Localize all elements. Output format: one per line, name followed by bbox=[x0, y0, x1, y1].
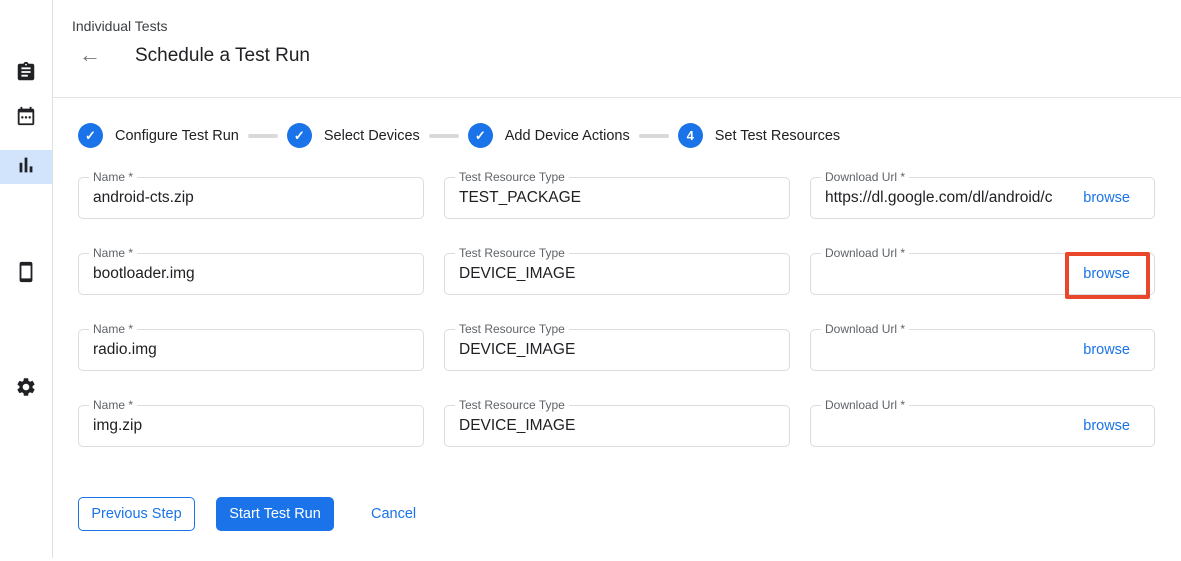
test-resources-form: Name * android-cts.zip Test Resource Typ… bbox=[78, 177, 1155, 447]
bar-chart-icon bbox=[15, 154, 37, 181]
field-label: Name * bbox=[89, 170, 137, 184]
step-configure-test-run[interactable]: ✓ Configure Test Run bbox=[78, 123, 239, 148]
step-label: Select Devices bbox=[324, 128, 420, 144]
field-label: Download Url * bbox=[821, 398, 909, 412]
download-url-field[interactable]: Download Url * browse bbox=[810, 329, 1155, 371]
field-label: Download Url * bbox=[821, 322, 909, 336]
browse-link[interactable]: browse bbox=[1083, 418, 1154, 434]
download-url-field[interactable]: Download Url * browse bbox=[810, 405, 1155, 447]
test-resource-type-field[interactable]: Test Resource Type TEST_PACKAGE bbox=[444, 177, 790, 219]
field-label: Name * bbox=[89, 398, 137, 412]
name-field[interactable]: Name * radio.img bbox=[78, 329, 424, 371]
sidebar-item-bar-chart[interactable] bbox=[0, 150, 52, 184]
type-value: DEVICE_IMAGE bbox=[445, 341, 789, 359]
breadcrumb: Individual Tests bbox=[72, 18, 167, 34]
type-value: TEST_PACKAGE bbox=[445, 189, 789, 207]
clipboard-icon bbox=[15, 61, 37, 88]
step-check-icon: ✓ bbox=[287, 123, 312, 148]
name-value: android-cts.zip bbox=[79, 189, 423, 207]
name-value: radio.img bbox=[79, 341, 423, 359]
footer-actions: Previous Step Start Test Run Cancel bbox=[78, 497, 416, 531]
field-label: Name * bbox=[89, 322, 137, 336]
smartphone-icon bbox=[15, 261, 37, 288]
type-value: DEVICE_IMAGE bbox=[445, 417, 789, 435]
sidebar-item-smartphone[interactable] bbox=[0, 257, 52, 291]
step-label: Set Test Resources bbox=[715, 128, 840, 144]
field-label: Test Resource Type bbox=[455, 170, 569, 184]
header-divider bbox=[53, 97, 1181, 98]
step-number: 4 bbox=[678, 123, 703, 148]
back-arrow-icon[interactable]: ← bbox=[79, 44, 101, 66]
name-value: bootloader.img bbox=[79, 265, 423, 283]
name-field[interactable]: Name * img.zip bbox=[78, 405, 424, 447]
step-select-devices[interactable]: ✓ Select Devices bbox=[287, 123, 420, 148]
field-label: Download Url * bbox=[821, 246, 909, 260]
calendar-icon bbox=[15, 105, 37, 132]
test-resource-type-field[interactable]: Test Resource Type DEVICE_IMAGE bbox=[444, 253, 790, 295]
step-connector bbox=[248, 134, 278, 138]
download-url-field[interactable]: Download Url * https://dl.google.com/dl/… bbox=[810, 177, 1155, 219]
step-connector bbox=[639, 134, 669, 138]
start-test-run-button[interactable]: Start Test Run bbox=[216, 497, 334, 531]
field-label: Test Resource Type bbox=[455, 322, 569, 336]
step-add-device-actions[interactable]: ✓ Add Device Actions bbox=[468, 123, 630, 148]
sidebar-item-clipboard[interactable] bbox=[0, 57, 52, 91]
sidebar-item-settings[interactable] bbox=[0, 372, 52, 406]
field-label: Name * bbox=[89, 246, 137, 260]
step-check-icon: ✓ bbox=[78, 123, 103, 148]
sidebar-item-calendar[interactable] bbox=[0, 101, 52, 135]
field-label: Test Resource Type bbox=[455, 398, 569, 412]
stepper: ✓ Configure Test Run ✓ Select Devices ✓ … bbox=[78, 123, 840, 148]
test-resource-type-field[interactable]: Test Resource Type DEVICE_IMAGE bbox=[444, 405, 790, 447]
step-set-test-resources[interactable]: 4 Set Test Resources bbox=[678, 123, 840, 148]
browse-link[interactable]: browse bbox=[1083, 342, 1154, 358]
step-check-icon: ✓ bbox=[468, 123, 493, 148]
test-resource-type-field[interactable]: Test Resource Type DEVICE_IMAGE bbox=[444, 329, 790, 371]
app-container: Individual Tests ← Schedule a Test Run ✓… bbox=[0, 0, 1181, 561]
url-value: https://dl.google.com/dl/android/c bbox=[811, 189, 1083, 207]
step-label: Configure Test Run bbox=[115, 128, 239, 144]
step-label: Add Device Actions bbox=[505, 128, 630, 144]
previous-step-button[interactable]: Previous Step bbox=[78, 497, 195, 531]
page-title: Schedule a Test Run bbox=[135, 45, 310, 67]
field-label: Download Url * bbox=[821, 170, 909, 184]
name-value: img.zip bbox=[79, 417, 423, 435]
type-value: DEVICE_IMAGE bbox=[445, 265, 789, 283]
main-content: Individual Tests ← Schedule a Test Run ✓… bbox=[53, 0, 1181, 561]
download-url-field[interactable]: Download Url * browse bbox=[810, 253, 1155, 295]
browse-link[interactable]: browse bbox=[1083, 190, 1154, 206]
sidebar bbox=[0, 0, 53, 558]
name-field[interactable]: Name * android-cts.zip bbox=[78, 177, 424, 219]
step-connector bbox=[429, 134, 459, 138]
name-field[interactable]: Name * bootloader.img bbox=[78, 253, 424, 295]
browse-link[interactable]: browse bbox=[1083, 266, 1154, 282]
cancel-button[interactable]: Cancel bbox=[371, 497, 416, 531]
field-label: Test Resource Type bbox=[455, 246, 569, 260]
gear-icon bbox=[15, 376, 37, 403]
